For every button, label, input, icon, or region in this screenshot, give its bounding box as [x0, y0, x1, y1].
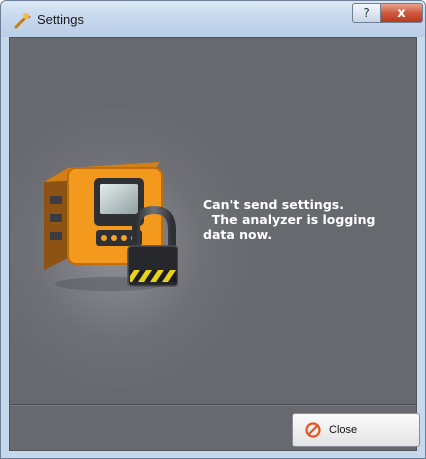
help-button[interactable]: ?: [352, 3, 381, 23]
close-button[interactable]: Close: [292, 413, 420, 447]
window-close-button[interactable]: x: [380, 3, 423, 23]
close-button-label: Close: [329, 424, 358, 436]
window-title: Settings: [37, 12, 84, 27]
settings-dialog: Settings ? x Can't send settings. The an…: [0, 0, 426, 459]
help-glyph: ?: [363, 6, 370, 20]
locked-analyzer-icon: [38, 146, 179, 296]
close-icon: x: [397, 5, 406, 21]
error-message: Can't send settings. The analyzer is log…: [203, 197, 376, 242]
wrench-icon: [14, 11, 32, 29]
title-bar[interactable]: Settings ? x: [1, 1, 425, 37]
dialog-content: Can't send settings. The analyzer is log…: [9, 37, 420, 451]
separator: [10, 404, 416, 406]
no-entry-icon: [305, 422, 321, 438]
